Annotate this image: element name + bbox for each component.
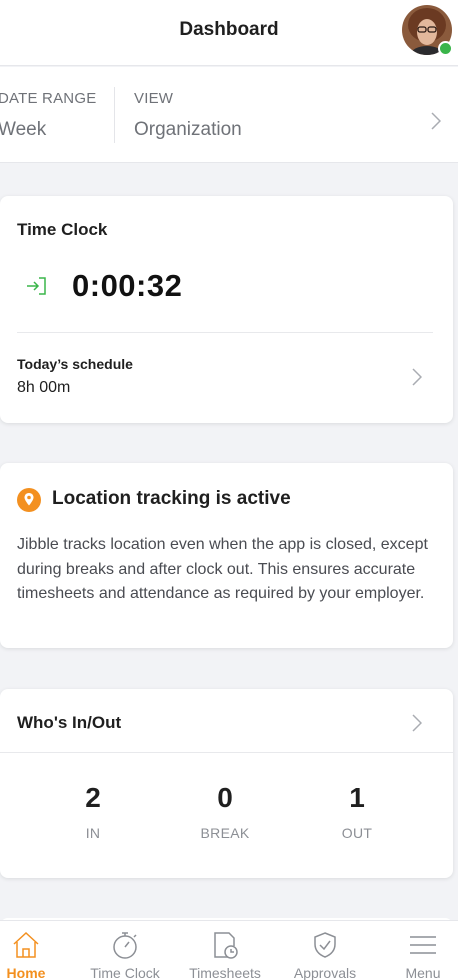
time-clock-title: Time Clock <box>17 220 108 239</box>
location-tracking-card: Location tracking is active Jibble track… <box>0 463 453 648</box>
location-description: Jibble tracks location even when the app… <box>17 536 428 602</box>
date-range-value[interactable]: Week <box>0 119 46 141</box>
bottom-navigation: Home Time Clock Timesheets Approvals Men… <box>0 920 458 980</box>
card-divider <box>0 752 453 753</box>
location-title: Location tracking is active <box>52 488 291 509</box>
timesheet-icon <box>214 932 238 959</box>
avatar[interactable] <box>402 5 453 56</box>
stat-in-label: IN <box>85 825 101 841</box>
stat-break-value[interactable]: 0 <box>175 782 275 814</box>
location-pin-icon <box>17 488 41 517</box>
stat-out-label: OUT <box>341 825 373 841</box>
view-value[interactable]: Organization <box>134 119 242 141</box>
time-clock-card: Time Clock 0:00:32 Today’s schedule 8h 0… <box>0 196 453 423</box>
nav-item-approvals[interactable]: Approvals <box>280 921 370 980</box>
nav-item-time-clock[interactable]: Time Clock <box>80 921 170 980</box>
chevron-right-icon[interactable] <box>431 112 442 135</box>
card-divider <box>17 332 433 333</box>
nav-item-home[interactable]: Home <box>0 921 52 980</box>
stopwatch-icon <box>113 932 137 959</box>
stat-in-value[interactable]: 2 <box>43 782 143 814</box>
chevron-right-icon[interactable] <box>412 368 423 391</box>
nav-item-timesheets[interactable]: Timesheets <box>180 921 270 980</box>
schedule-label: Today’s schedule <box>17 356 133 372</box>
chevron-right-icon[interactable] <box>412 714 423 737</box>
filter-bar[interactable]: DATE RANGE Week VIEW Organization <box>0 67 458 163</box>
hamburger-menu-icon <box>410 936 436 954</box>
elapsed-time: 0:00:32 <box>72 268 183 303</box>
whos-in-out-title: Who's In/Out <box>17 713 122 732</box>
schedule-value: 8h 00m <box>17 379 71 396</box>
nav-label-home: Home <box>6 965 46 980</box>
shield-check-icon <box>314 932 336 958</box>
nav-label-menu: Menu <box>405 965 441 980</box>
top-app-bar: Dashboard <box>0 0 458 66</box>
nav-item-menu[interactable]: Menu <box>388 921 458 980</box>
filter-divider <box>114 87 115 143</box>
nav-label-timesheets: Timesheets <box>189 965 261 980</box>
online-status-dot <box>438 41 453 56</box>
stat-break-label: BREAK <box>200 825 250 841</box>
stat-out-value[interactable]: 1 <box>307 782 407 814</box>
page-title: Dashboard <box>179 19 279 40</box>
whos-in-out-card: Who's In/Out 2 IN 0 BREAK 1 OUT <box>0 689 453 878</box>
nav-label-approvals: Approvals <box>293 965 357 980</box>
view-label: VIEW <box>134 90 174 107</box>
nav-label-time-clock: Time Clock <box>90 965 160 980</box>
date-range-label: DATE RANGE <box>0 90 97 107</box>
clock-in-icon <box>26 276 48 301</box>
home-icon <box>13 931 39 958</box>
